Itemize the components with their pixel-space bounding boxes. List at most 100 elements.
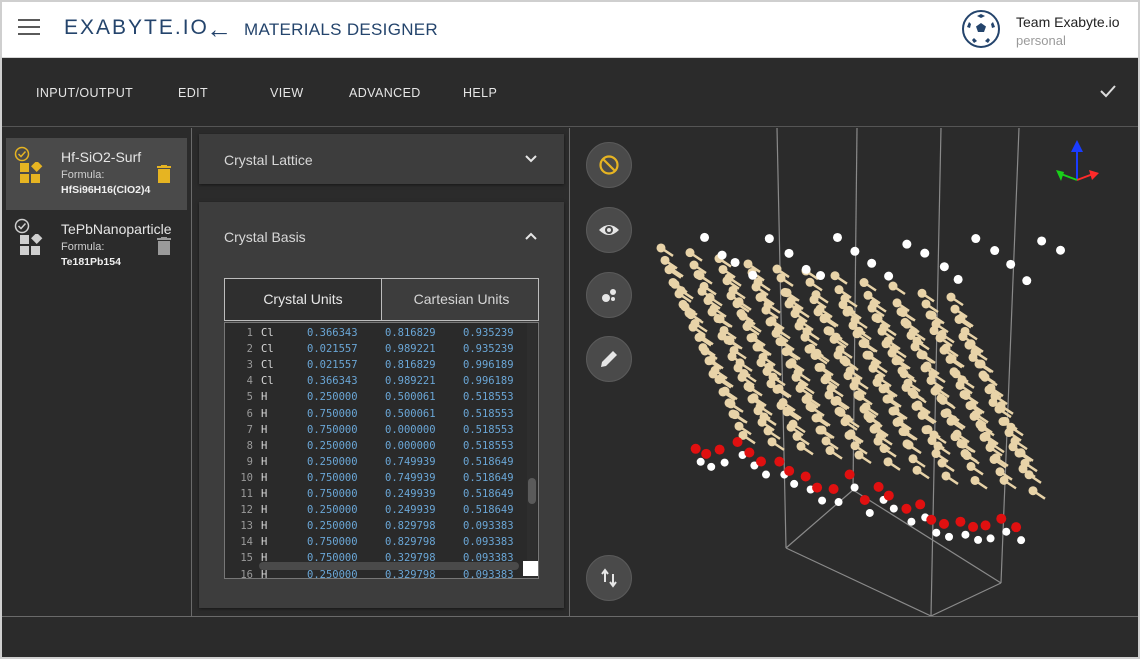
coord-x: 0.250000 <box>307 455 358 468</box>
atom-si <box>719 325 729 335</box>
coord-x: 0.250000 <box>307 520 358 533</box>
atom-o <box>828 484 839 495</box>
editor-panel: Crystal Lattice Crystal Basis Crystal Un… <box>193 128 570 616</box>
menu-edit[interactable]: EDIT <box>178 86 208 100</box>
line-number: 8 <box>246 439 253 452</box>
atom-si <box>863 290 873 300</box>
basis-row[interactable]: 3 Cl 0.021557 0.816829 0.996189 <box>225 357 525 373</box>
atom-si <box>874 373 884 383</box>
atom-si <box>715 314 725 324</box>
atom-si <box>980 372 990 382</box>
basis-row[interactable]: 9 H 0.250000 0.749939 0.518649 <box>225 454 525 470</box>
basis-row[interactable]: 2 Cl 0.021557 0.989221 0.935239 <box>225 341 525 357</box>
basis-row[interactable]: 12 H 0.250000 0.249939 0.518649 <box>225 502 525 518</box>
swap-button[interactable] <box>586 555 632 601</box>
atom-si <box>854 326 864 336</box>
atom-h <box>801 264 811 274</box>
atom-si <box>850 441 860 451</box>
crystal-structure-view[interactable] <box>651 128 1138 616</box>
atom-si <box>807 403 817 413</box>
basis-row[interactable]: 4 Cl 0.366343 0.989221 0.996189 <box>225 373 525 389</box>
atom-si <box>686 310 696 320</box>
element-symbol: H <box>261 504 268 517</box>
atom-si <box>971 409 981 419</box>
atom-o <box>996 513 1007 524</box>
delete-icon[interactable] <box>156 237 172 255</box>
atom-si <box>718 264 728 274</box>
atom-si <box>738 311 748 321</box>
back-arrow-icon[interactable]: ← <box>206 14 232 45</box>
atom-si <box>879 444 889 454</box>
material-name: Hf-SiO2-Surf <box>61 149 142 165</box>
crystal-basis-title[interactable]: Crystal Basis <box>224 229 306 245</box>
atom-si <box>898 308 908 318</box>
block-button[interactable] <box>586 142 632 188</box>
basis-row[interactable]: 11 H 0.750000 0.249939 0.518649 <box>225 486 525 502</box>
atom-si <box>948 415 958 425</box>
horizontal-scrollbar[interactable] <box>259 562 519 570</box>
menu-help[interactable]: HELP <box>463 86 497 100</box>
axes-gizmo <box>1056 140 1099 181</box>
menu-input-output[interactable]: INPUT/OUTPUT <box>36 86 133 100</box>
atom-si <box>822 372 832 382</box>
menu-advanced[interactable]: ADVANCED <box>349 86 421 100</box>
atom-si <box>957 375 967 385</box>
coord-y: 0.749939 <box>385 455 436 468</box>
line-number: 2 <box>246 343 253 356</box>
user-account: personal <box>1016 33 1066 48</box>
swap-vertical-icon <box>601 568 617 588</box>
coord-y: 0.989221 <box>385 343 436 356</box>
bottom-status-bar <box>2 616 1138 657</box>
3d-viewer[interactable] <box>571 128 1138 616</box>
basis-row[interactable]: 8 H 0.250000 0.000000 0.518553 <box>225 438 525 454</box>
tab-crystal-units[interactable]: Crystal Units <box>225 279 382 320</box>
atom-si <box>826 383 836 393</box>
basis-row[interactable]: 1 Cl 0.366343 0.816829 0.935239 <box>225 325 525 341</box>
atoms-button[interactable] <box>586 272 632 318</box>
vertical-scrollbar[interactable] <box>528 478 536 504</box>
basis-row[interactable]: 5 H 0.250000 0.500061 0.518553 <box>225 389 525 405</box>
selected-check-icon[interactable] <box>14 146 30 162</box>
atom-si <box>825 446 835 456</box>
basis-row[interactable]: 14 H 0.750000 0.829798 0.093383 <box>225 534 525 550</box>
atom-si <box>796 317 806 327</box>
menu-view[interactable]: VIEW <box>270 86 304 100</box>
line-number: 4 <box>246 375 253 388</box>
basis-row[interactable]: 6 H 0.750000 0.500061 0.518553 <box>225 406 525 422</box>
check-icon[interactable] <box>1098 81 1118 101</box>
chevron-up-icon[interactable] <box>524 229 538 243</box>
atom-si <box>841 357 851 367</box>
line-number: 9 <box>246 455 253 468</box>
edit-button[interactable] <box>586 336 632 382</box>
avatar[interactable] <box>962 10 1000 48</box>
chevron-down-icon[interactable] <box>524 152 538 166</box>
material-formula: Te181Pb154 <box>61 256 121 268</box>
atom-si <box>1006 422 1016 432</box>
atom-si <box>892 298 902 308</box>
tab-cartesian-units[interactable]: Cartesian Units <box>383 279 540 320</box>
atom-si <box>772 264 782 274</box>
menu-hamburger-icon[interactable] <box>18 19 40 37</box>
basis-row[interactable]: 13 H 0.250000 0.829798 0.093383 <box>225 518 525 534</box>
user-name[interactable]: Team Exabyte.io <box>1016 14 1120 30</box>
line-number: 16 <box>240 568 253 579</box>
basis-code-editor[interactable]: 1 Cl 0.366343 0.816829 0.935239 2 Cl 0.021557 0.… <box>224 322 539 579</box>
view-button[interactable] <box>586 207 632 253</box>
basis-row[interactable]: 10 H 0.750000 0.749939 0.518649 <box>225 470 525 486</box>
widgets-icon <box>20 234 43 255</box>
atom-si <box>937 458 947 468</box>
atom-si <box>768 372 778 382</box>
material-item-hf-sio2-surf[interactable]: Hf-SiO2-Surf Formula: HfSi96H16(ClO2)4 <box>6 138 187 210</box>
atom-si <box>831 332 841 342</box>
logo[interactable]: EXABYTE.IO <box>64 16 209 40</box>
atom-si <box>1020 458 1030 468</box>
delete-icon[interactable] <box>156 165 172 183</box>
atom-si <box>861 402 871 412</box>
atom-o <box>883 490 894 501</box>
material-item-tepbnanoparticle[interactable]: TePbNanoparticle Formula: Te181Pb154 <box>6 210 187 282</box>
line-number: 11 <box>240 488 253 500</box>
basis-row[interactable]: 7 H 0.750000 0.000000 0.518553 <box>225 422 525 438</box>
crystal-lattice-accordion[interactable]: Crystal Lattice <box>199 134 564 184</box>
atom-si <box>919 409 929 419</box>
unselected-check-icon[interactable] <box>14 218 30 234</box>
